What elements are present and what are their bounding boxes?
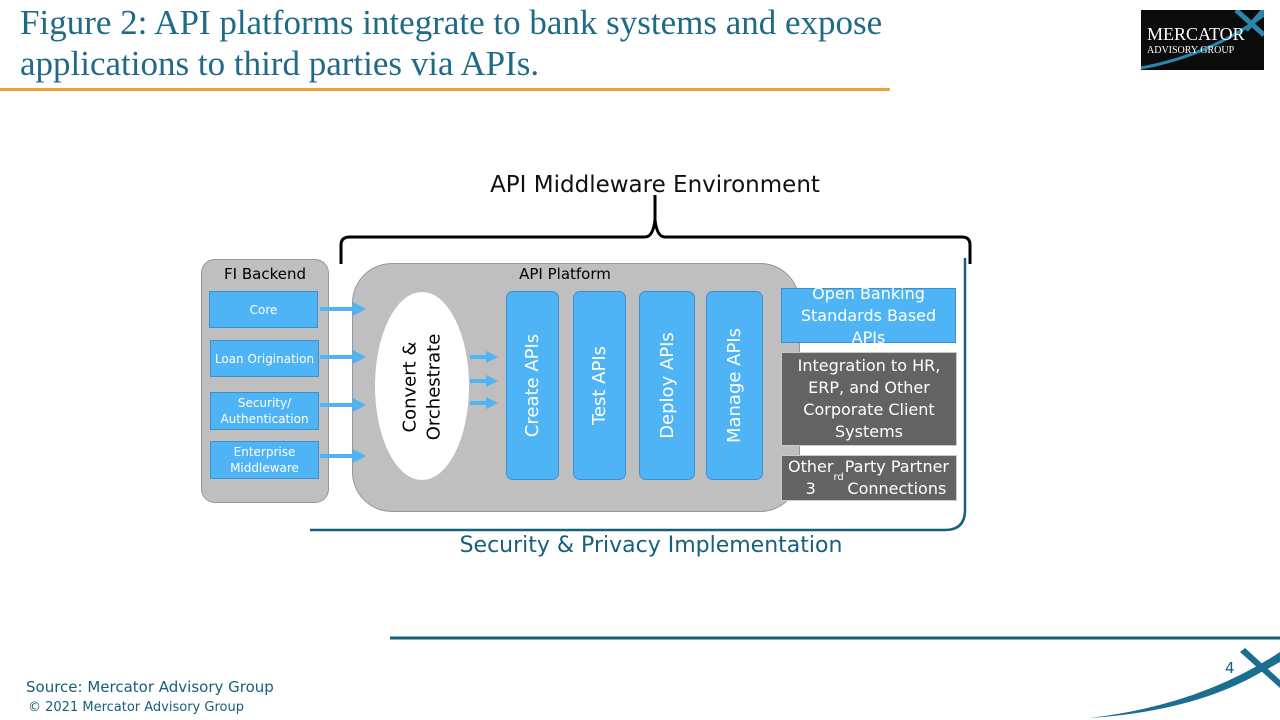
output-open-banking: Open Banking Standards Based APIs xyxy=(781,284,956,347)
output-corporate-integration: Integration to HR, ERP, and Other Corpor… xyxy=(781,352,957,446)
copyright: © 2021 Mercator Advisory Group xyxy=(28,700,244,715)
source-note: Source: Mercator Advisory Group xyxy=(26,678,274,696)
orchestrate-label: Convert & Orchestrate xyxy=(399,333,445,441)
output-third-party: Other 3rd Party Partner Connections xyxy=(781,455,957,501)
stage-deploy-apis: Deploy APIs xyxy=(639,291,695,480)
page-number: 4 xyxy=(1225,659,1235,677)
stage-test-apis: Test APIs xyxy=(573,291,626,480)
security-label: Security & Privacy Implementation xyxy=(459,533,843,558)
stage-create-apis: Create APIs xyxy=(506,291,559,480)
stage-manage-apis: Manage APIs xyxy=(706,291,763,480)
